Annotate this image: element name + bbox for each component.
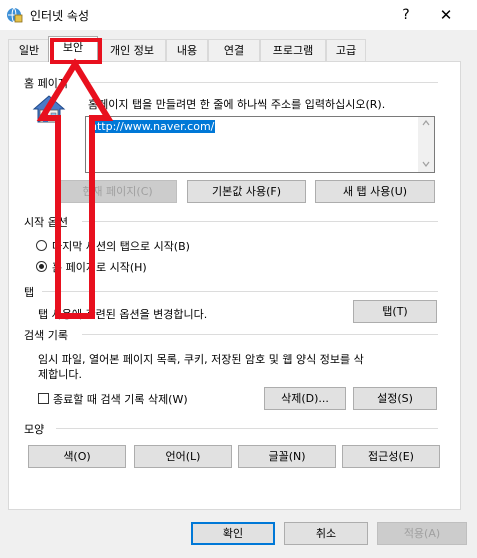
tabs-settings-button[interactable]: 탭(T) [353, 300, 437, 323]
tabs-description: 탭 사용에 관련된 옵션을 변경합니다. [38, 308, 208, 321]
house-icon [32, 95, 66, 123]
tab-general[interactable]: 일반 [8, 39, 50, 61]
title-bar: 인터넷 속성 ? ✕ [0, 0, 477, 30]
homepage-url-value[interactable]: http://www.naver.com/ [89, 120, 216, 133]
tabs-section-label: 탭 [24, 286, 35, 299]
homepage-divider [90, 82, 438, 83]
startup-section-label: 시작 옵션 [24, 216, 68, 229]
apply-button[interactable]: 적용(A) [377, 522, 467, 545]
accessibility-button[interactable]: 접근성(E) [342, 445, 440, 468]
textarea-scrollbar[interactable] [418, 117, 434, 172]
startup-last-session-label[interactable]: 마지막 세션의 탭으로 시작(B) [52, 238, 190, 254]
startup-divider [82, 221, 438, 222]
startup-homepage-radio[interactable] [36, 261, 47, 272]
colors-button[interactable]: 색(O) [28, 445, 126, 468]
history-description-line2: 제합니다. [38, 368, 82, 381]
history-description-line1: 임시 파일, 열어본 페이지 목록, 쿠키, 저장된 암호 및 웹 양식 정보를… [38, 353, 364, 366]
fonts-button[interactable]: 글꼴(N) [238, 445, 336, 468]
window-title: 인터넷 속성 [30, 9, 90, 23]
appearance-divider [56, 428, 438, 429]
delete-on-exit-checkbox[interactable] [38, 393, 49, 404]
startup-last-session-radio[interactable] [36, 240, 47, 251]
homepage-section-label: 홈 페이지 [24, 77, 68, 90]
appearance-section-label: 모양 [24, 423, 45, 436]
use-current-button[interactable]: 현재 페이지(C) [58, 180, 177, 203]
tab-advanced[interactable]: 고급 [326, 39, 366, 61]
history-divider [82, 334, 438, 335]
tab-content[interactable]: 내용 [166, 39, 208, 61]
scroll-down-icon[interactable] [422, 161, 430, 167]
delete-history-button[interactable]: 삭제(D)... [264, 387, 346, 410]
security-tab-highlight-box [50, 38, 102, 64]
history-settings-button[interactable]: 설정(S) [353, 387, 437, 410]
use-default-button[interactable]: 기본값 사용(F) [187, 180, 306, 203]
startup-homepage-label[interactable]: 홈 페이지로 시작(H) [52, 259, 147, 275]
tab-privacy[interactable]: 개인 정보 [98, 39, 166, 61]
tabs-divider [42, 291, 438, 292]
history-section-label: 검색 기록 [24, 329, 68, 342]
languages-button[interactable]: 언어(L) [134, 445, 232, 468]
help-button[interactable]: ? [392, 4, 420, 26]
close-button[interactable]: ✕ [432, 4, 460, 26]
homepage-description: 홈페이지 탭을 만들려면 한 줄에 하나씩 주소를 입력하십시오(R). [88, 98, 386, 111]
delete-on-exit-label[interactable]: 종료할 때 검색 기록 삭제(W) [53, 391, 188, 407]
scroll-up-icon[interactable] [422, 120, 430, 126]
cancel-button[interactable]: 취소 [284, 522, 368, 545]
tab-programs[interactable]: 프로그램 [260, 39, 326, 61]
internet-options-icon [7, 7, 23, 23]
use-new-tab-button[interactable]: 새 탭 사용(U) [315, 180, 435, 203]
tab-connections[interactable]: 연결 [208, 39, 260, 61]
ok-button[interactable]: 확인 [191, 522, 275, 545]
